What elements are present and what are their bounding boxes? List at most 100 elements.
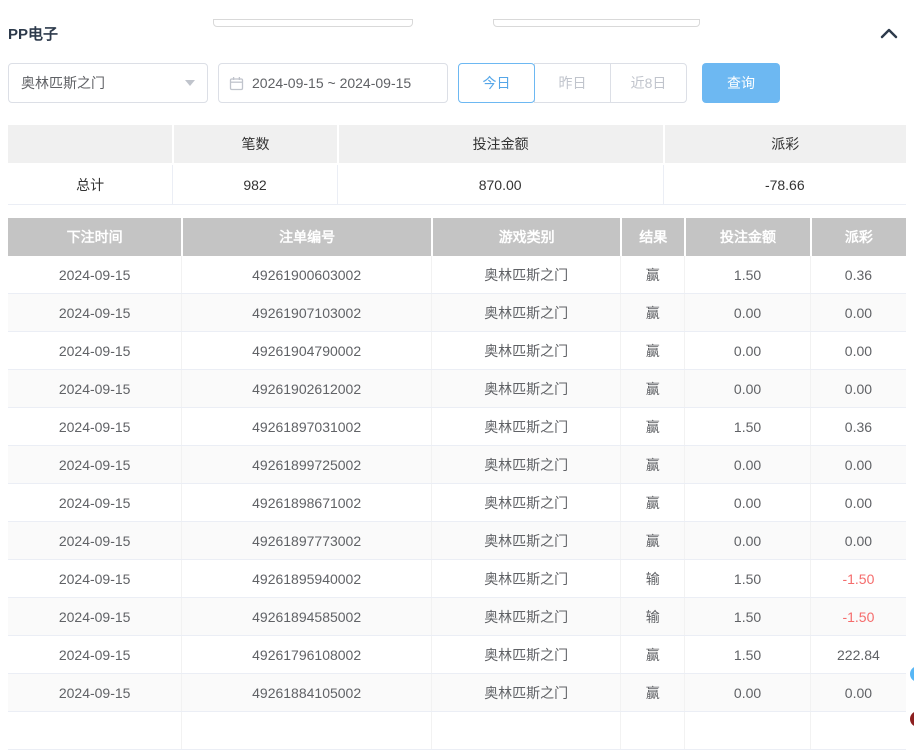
summary-header-count: 笔数 [172, 125, 337, 163]
summary-header-empty [8, 125, 173, 163]
cell-payout: -1.50 [809, 598, 906, 635]
cell-result: 赢 [620, 522, 684, 559]
floating-widget-blue[interactable] [910, 666, 914, 682]
cell-bet-amount: 0.00 [684, 332, 810, 369]
bets-table-body: 2024-09-15 49261900603002 奥林匹斯之门赢 1.50 0.36 2… [8, 256, 906, 750]
header-game-type: 游戏类别 [430, 218, 621, 256]
quick-button-last-8-days[interactable]: 近8日 [610, 63, 687, 103]
cell-result: 赢 [620, 674, 684, 711]
table-row: 2024-09-15 49261898671002 奥林匹斯之门赢 0.00 0.00 [8, 484, 906, 522]
cell-bet-amount: 0.00 [684, 294, 810, 331]
summary-header-row: 笔数 投注金额 派彩 [8, 125, 906, 163]
header-payout: 派彩 [809, 218, 906, 256]
cell-result: 赢 [620, 294, 684, 331]
cell-payout: 0.00 [809, 370, 906, 407]
cell-bet-time: 2024-09-15 [58, 684, 131, 701]
table-row: 2024-09-15 49261900603002 奥林匹斯之门赢 1.50 0.36 [8, 256, 906, 294]
cell-game-type: 奥林匹斯之门 [430, 370, 620, 407]
cell-result: 赢 [620, 484, 684, 521]
cell-result: 赢 [620, 370, 684, 407]
cell-game-type: 奥林匹斯之门 [430, 484, 620, 521]
summary-total-payout: -78.66 [662, 165, 906, 204]
cell-bet-id: 49261904790002 [181, 332, 431, 369]
date-range-value: 2024-09-15 ~ 2024-09-15 [252, 75, 412, 91]
cell-result: 赢 [620, 446, 684, 483]
cell-payout: 0.36 [809, 256, 906, 293]
cell-game-type: 奥林匹斯之门 [430, 598, 620, 635]
cell-bet-id: 49261895940002 [181, 560, 431, 597]
cell-bet-id: 49261796108002 [181, 636, 431, 673]
table-row: 2024-09-15 49261907103002 奥林匹斯之门赢 0.00 0.00 [8, 294, 906, 332]
cell-bet-amount: 1.50 [684, 560, 810, 597]
cell-bet-time: 2024-09-15 [58, 342, 131, 359]
table-row: 2024-09-15 49261897773002 奥林匹斯之门赢 0.00 0.00 [8, 522, 906, 560]
header-bet-amount: 投注金额 [684, 218, 810, 256]
header-bet-time: 下注时间 [8, 218, 182, 256]
game-select[interactable]: 奥林匹斯之门 [8, 63, 208, 103]
quick-date-button-group: 今日 昨日 近8日 [458, 63, 687, 103]
cell-bet-amount: 1.50 [684, 636, 810, 673]
cell-bet-amount: 1.50 [684, 256, 810, 293]
quick-button-today[interactable]: 今日 [458, 63, 535, 103]
cell-bet-id: 49261894585002 [181, 598, 431, 635]
cell-game-type: 奥林匹斯之门 [430, 636, 620, 673]
cell-payout: 0.00 [809, 484, 906, 521]
cell-game-type: 奥林匹斯之门 [430, 332, 620, 369]
table-row: 2024-09-15 49261897031002 奥林匹斯之门赢 1.50 0.36 [8, 408, 906, 446]
cell-bet-id: 49261897031002 [181, 408, 431, 445]
cell-result: 赢 [620, 636, 684, 673]
cell-payout: 0.00 [809, 294, 906, 331]
cell-bet-time: 2024-09-15 [58, 266, 131, 283]
summary-header-bet-amount: 投注金额 [336, 125, 663, 163]
cell-bet-id [181, 712, 431, 749]
summary-total-label: 总计 [8, 165, 173, 204]
cell-bet-id: 49261897773002 [181, 522, 431, 559]
bets-table: 下注时间 注单编号 游戏类别 结果 投注金额 派彩 2024-09-15 4926… [8, 218, 906, 750]
caret-down-icon [185, 80, 195, 86]
cell-bet-time: 2024-09-15 [58, 418, 131, 435]
cell-game-type: 奥林匹斯之门 [430, 256, 620, 293]
cell-result: 输 [620, 560, 684, 597]
cell-game-type: 奥林匹斯之门 [430, 560, 620, 597]
cell-result [620, 712, 684, 749]
cell-bet-amount: 1.50 [684, 598, 810, 635]
table-row [8, 712, 906, 750]
cell-result: 输 [620, 598, 684, 635]
quick-button-yesterday[interactable]: 昨日 [534, 63, 611, 103]
cell-payout [809, 712, 906, 749]
page-title: PP电子 [8, 25, 59, 43]
cell-result: 赢 [620, 256, 684, 293]
cell-bet-amount: 0.00 [684, 370, 810, 407]
cell-bet-id: 49261884105002 [181, 674, 431, 711]
panel-header: PP电子 [0, 22, 914, 44]
cell-bet-amount [684, 712, 810, 749]
cell-bet-id: 49261898671002 [181, 484, 431, 521]
cell-bet-time: 2024-09-15 [58, 380, 131, 397]
table-row: 2024-09-15 49261796108002 奥林匹斯之门赢 1.50 222.8… [8, 636, 906, 674]
table-row: 2024-09-15 49261902612002 奥林匹斯之门赢 0.00 0.00 [8, 370, 906, 408]
collapse-button[interactable] [880, 28, 898, 39]
cell-payout: 0.00 [809, 332, 906, 369]
date-range-input[interactable]: 2024-09-15 ~ 2024-09-15 [218, 63, 448, 103]
game-select-value: 奥林匹斯之门 [21, 75, 105, 91]
cell-bet-time [8, 712, 181, 749]
summary-header-payout: 派彩 [662, 125, 906, 163]
cell-bet-amount: 0.00 [684, 446, 810, 483]
cell-bet-time: 2024-09-15 [58, 608, 131, 625]
cell-bet-amount: 0.00 [684, 522, 810, 559]
bets-table-header: 下注时间 注单编号 游戏类别 结果 投注金额 派彩 [8, 218, 906, 256]
floating-widget-red[interactable] [910, 711, 914, 727]
table-row: 2024-09-15 49261884105002 奥林匹斯之门赢 0.00 0.00 [8, 674, 906, 712]
cutoff-input-top-right [493, 19, 700, 27]
cell-bet-time: 2024-09-15 [58, 456, 131, 473]
summary-table: 笔数 投注金额 派彩 总计 982 870.00 -78.66 [8, 125, 906, 205]
summary-total-count: 982 [172, 165, 337, 204]
filter-row: 奥林匹斯之门 2024-09-15 ~ 2024-09-15 今日 昨日 近8日… [8, 63, 906, 103]
table-row: 2024-09-15 49261894585002 奥林匹斯之门输 1.50 -1.50 [8, 598, 906, 636]
calendar-icon [229, 76, 244, 90]
header-bet-id: 注单编号 [181, 218, 431, 256]
search-button[interactable]: 查询 [702, 63, 780, 103]
cell-bet-amount: 1.50 [684, 408, 810, 445]
cell-bet-id: 49261899725002 [181, 446, 431, 483]
cell-game-type: 奥林匹斯之门 [430, 446, 620, 483]
